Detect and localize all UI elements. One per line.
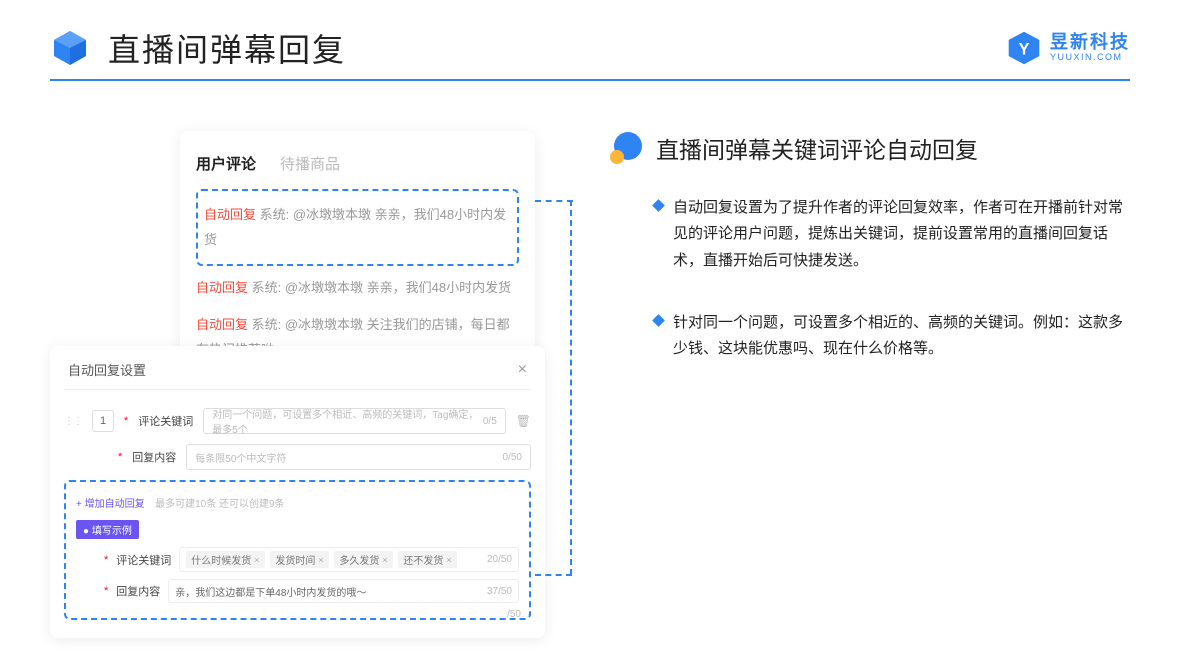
settings-card: 自动回复设置 × ⋮⋮ 1 * 评论关键词 对同一个问题，可设置多个相近、高频的…: [50, 346, 545, 638]
comment-row: 自动回复 系统: @冰墩墩本墩 亲亲，我们48小时内发货: [204, 197, 511, 258]
connector-line: [570, 200, 572, 575]
input-placeholder: 对同一个问题，可设置多个相近、高频的关键词，Tag确定，最多5个: [212, 406, 483, 436]
left-column: 用户评论 待播商品 自动回复 系统: @冰墩墩本墩 亲亲，我们48小时内发货 自…: [50, 131, 550, 384]
example-keyword-input[interactable]: 什么时候发货× 发货时间× 多久发货× 还不发货× 20/50: [179, 547, 519, 572]
example-kw-count: 20/50: [487, 554, 512, 565]
example-keyword-label: 评论关键词: [116, 552, 171, 568]
cube-icon: [50, 28, 90, 68]
bullet-item: 针对同一个问题，可设置多个相近的、高频的关键词。例如：这款多少钱、这块能优惠吗、…: [654, 310, 1130, 363]
add-auto-reply-link[interactable]: + 增加自动回复: [76, 499, 145, 510]
brand-hex-icon: Y: [1006, 30, 1042, 66]
content-count: 0/50: [503, 452, 522, 463]
keyword-chip[interactable]: 发货时间×: [270, 551, 328, 568]
highlighted-comment: 自动回复 系统: @冰墩墩本墩 亲亲，我们48小时内发货: [196, 189, 519, 266]
example-content-count: 37/50: [487, 586, 512, 597]
header: 直播间弹幕回复 Y 昱新科技 YUUXIN.COM: [50, 25, 1130, 71]
keyword-chip[interactable]: 还不发货×: [398, 551, 456, 568]
right-column: 直播间弹幕关键词评论自动回复 自动回复设置为了提升作者的评论回复效率，作者可在开…: [610, 131, 1130, 398]
auto-reply-tag: 自动回复: [196, 317, 248, 332]
required-star: *: [104, 554, 108, 566]
input-placeholder: 每条限50个中文字符: [195, 450, 286, 465]
header-divider: [50, 79, 1130, 81]
connector-line: [535, 574, 572, 576]
brand-name-cn: 昱新科技: [1050, 33, 1130, 53]
example-content-label: 回复内容: [116, 583, 160, 599]
content-label: 回复内容: [132, 449, 176, 465]
auto-reply-tag: 自动回复: [196, 280, 248, 295]
connector-line: [535, 200, 573, 202]
example-badge: ● 填写示例: [76, 520, 139, 539]
bullet-text: 针对同一个问题，可设置多个相近的、高频的关键词。例如：这款多少钱、这块能优惠吗、…: [673, 310, 1130, 363]
comment-row: 自动回复 系统: @冰墩墩本墩 亲亲，我们48小时内发货: [196, 270, 519, 307]
chat-bubble-icon: [610, 132, 642, 164]
add-hint: 最多可建10条 还可以创建9条: [155, 499, 284, 510]
example-content-value: 亲，我们这边都是下单48小时内发货的哦～: [175, 584, 366, 599]
brand-name-en: YUUXIN.COM: [1050, 53, 1130, 63]
comment-text: 系统: @冰墩墩本墩 亲亲，我们48小时内发货: [252, 280, 512, 295]
auto-reply-tag: 自动回复: [204, 207, 256, 222]
trash-icon[interactable]: 🗑: [516, 414, 531, 428]
required-star: *: [118, 451, 122, 463]
keyword-chip[interactable]: 多久发货×: [334, 551, 392, 568]
example-section: + 增加自动回复 最多可建10条 还可以创建9条 ● 填写示例 * 评论关键词 …: [64, 480, 531, 620]
section-title: 直播间弹幕关键词评论自动回复: [656, 131, 978, 165]
tab-user-comments[interactable]: 用户评论: [196, 153, 256, 174]
order-number: 1: [92, 410, 114, 432]
example-content-input[interactable]: 亲，我们这边都是下单48小时内发货的哦～ 37/50: [168, 579, 519, 603]
svg-text:Y: Y: [1019, 40, 1030, 58]
diamond-bullet-icon: [652, 314, 665, 327]
drag-handle-icon[interactable]: ⋮⋮: [64, 416, 82, 427]
bullet-text: 自动回复设置为了提升作者的评论回复效率，作者可在开播前针对常见的评论用户问题，提…: [673, 195, 1130, 274]
keyword-chip[interactable]: 什么时候发货×: [186, 551, 264, 568]
keyword-count: 0/5: [483, 416, 497, 427]
required-star: *: [104, 585, 108, 597]
required-star: *: [124, 415, 128, 427]
close-icon[interactable]: ×: [518, 361, 527, 379]
keyword-input[interactable]: 对同一个问题，可设置多个相近、高频的关键词，Tag确定，最多5个 0/5: [203, 408, 505, 434]
content-input[interactable]: 每条限50个中文字符 0/50: [186, 444, 531, 470]
bullet-item: 自动回复设置为了提升作者的评论回复效率，作者可在开播前针对常见的评论用户问题，提…: [654, 195, 1130, 274]
brand-logo: Y 昱新科技 YUUXIN.COM: [1006, 30, 1130, 66]
settings-title: 自动回复设置: [68, 360, 146, 379]
diamond-bullet-icon: [652, 199, 665, 212]
keyword-label: 评论关键词: [138, 413, 193, 429]
tab-pending-goods[interactable]: 待播商品: [280, 153, 340, 174]
page-title: 直播间弹幕回复: [108, 25, 346, 71]
outer-count: /50: [507, 609, 521, 620]
